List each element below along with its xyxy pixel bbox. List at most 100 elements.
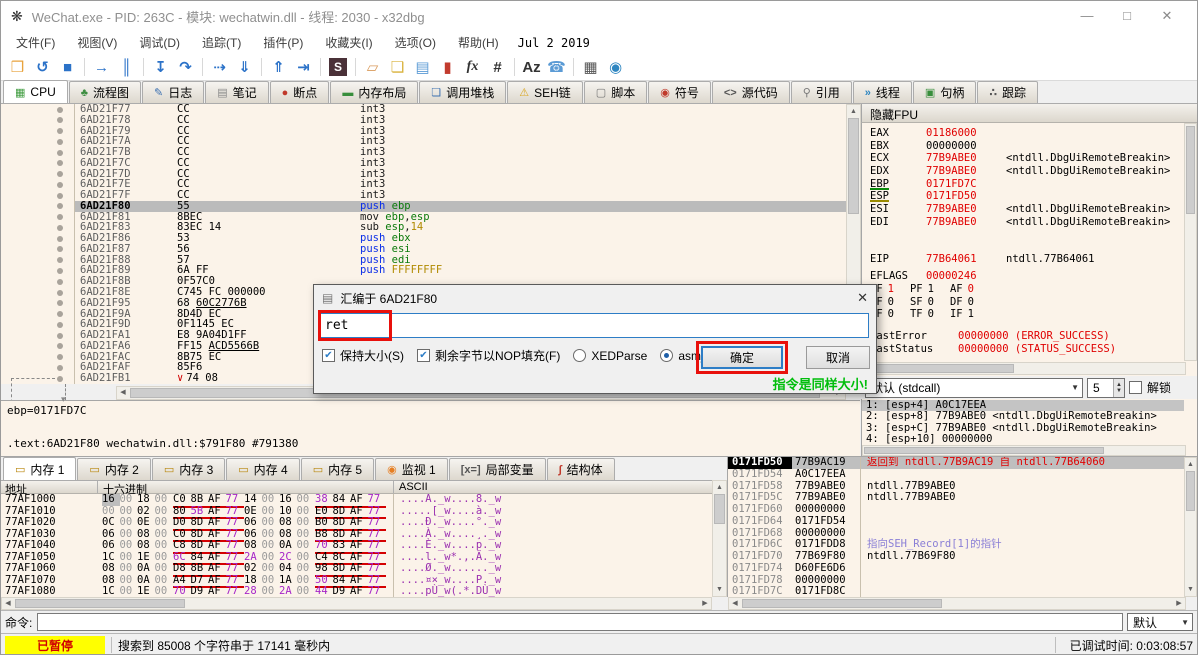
menu-item[interactable]: 帮助(H)	[447, 34, 510, 51]
tab-dump-1[interactable]: ▭内存 1	[3, 457, 76, 480]
memory-dump-row[interactable]: 77AF10801C001E0070D9AF7728002A0044D9AF77…	[1, 586, 712, 597]
breakpoint-dot-icon[interactable]	[57, 290, 63, 296]
menu-item[interactable]: 追踪(T)	[191, 34, 252, 51]
stack-row[interactable]: 0171FD640171FD54	[728, 516, 1186, 528]
breakpoint-dot-icon[interactable]	[57, 214, 63, 220]
tab-dump-2[interactable]: ▭内存 2	[77, 458, 150, 480]
tab-handles[interactable]: ▣句柄	[913, 81, 976, 103]
scroll-up-icon[interactable]: ▲	[713, 482, 726, 493]
tab-struct[interactable]: ∫结构体	[547, 458, 615, 480]
menu-item[interactable]: 调试(D)	[128, 34, 191, 51]
ok-button[interactable]: 确定	[701, 346, 783, 369]
breakpoint-dot-icon[interactable]	[57, 236, 63, 242]
functions-icon[interactable]: fx	[460, 56, 485, 78]
register-row[interactable]: LastError00000000 (ERROR_SUCCESS)	[870, 330, 1184, 343]
register-row[interactable]: EDX77B9ABE0<ntdll.DbgUiRemoteBreakin>	[870, 165, 1184, 178]
run-to-user-code-icon[interactable]: ⇥	[291, 56, 316, 78]
breakpoint-dot-icon[interactable]	[57, 139, 63, 145]
labels-icon[interactable]: ▤	[410, 56, 435, 78]
breakpoint-dot-icon[interactable]	[57, 171, 63, 177]
dialog-close-icon[interactable]: ✕	[840, 290, 868, 306]
stack-vscrollbar[interactable]: ▲ ▼	[1184, 457, 1197, 597]
stack-row[interactable]: 0171FD74D60FE6D6	[728, 563, 1186, 575]
stack-row[interactable]: 0171FD7077B69F80ntdll.77B69F80	[728, 551, 1186, 563]
register-row[interactable]: OF0SF0DF0	[870, 296, 1184, 309]
stack-row[interactable]: 0171FD5077B9AC19返回到 ntdll.77B9AC19 自 ntd…	[728, 457, 1186, 469]
tab-locals[interactable]: [x=]局部变量	[449, 458, 546, 480]
stack-row[interactable]: 0171FD6000000000	[728, 504, 1186, 516]
minimize-icon[interactable]: —	[1067, 8, 1107, 24]
strings-icon[interactable]: Az	[519, 56, 544, 78]
scylla-icon[interactable]: ☎	[544, 56, 569, 78]
register-row[interactable]: EFLAGS00000246	[870, 270, 1184, 283]
comments-icon[interactable]: ❏	[385, 56, 410, 78]
breakpoint-dot-icon[interactable]	[57, 225, 63, 231]
breakpoint-dot-icon[interactable]	[57, 203, 63, 209]
script-icon[interactable]: S	[329, 58, 347, 76]
register-row[interactable]: EIP77B64061ntdll.77B64061	[870, 253, 1184, 266]
scroll-down-icon[interactable]: ▼	[1185, 584, 1196, 595]
register-row[interactable]: LastStatus00000000 (STATUS_SUCCESS)	[870, 343, 1184, 356]
register-row[interactable]: EBX00000000	[870, 140, 1184, 153]
argument-row[interactable]: 2: [esp+8] 77B9ABE0 <ntdll.DbgUiRemoteBr…	[862, 411, 1184, 422]
tab-log[interactable]: ✎日志	[142, 81, 204, 103]
breakpoint-dot-icon[interactable]	[57, 322, 63, 328]
step-into-icon[interactable]: ↧	[148, 56, 173, 78]
argument-row[interactable]: 4: [esp+10] 00000000	[862, 434, 1184, 445]
disasm-row[interactable]: 6AD21F7CCCint3	[1, 158, 846, 169]
menu-item[interactable]: 收藏夹(I)	[314, 34, 383, 51]
tab-threads[interactable]: »线程	[853, 81, 912, 103]
run-icon[interactable]: →	[89, 56, 114, 78]
register-row[interactable]: EBP0171FD7C	[870, 178, 1184, 191]
breakpoint-dot-icon[interactable]	[57, 300, 63, 306]
tab-symbols[interactable]: ◉符号	[648, 81, 711, 103]
arguments-hscrollbar[interactable]	[862, 445, 1186, 456]
breakpoint-dot-icon[interactable]	[57, 354, 63, 360]
breakpoint-dot-icon[interactable]	[57, 117, 63, 123]
calculator-icon[interactable]: ▦	[578, 56, 603, 78]
tab-source[interactable]: <>源代码	[712, 81, 790, 103]
dump-vscrollbar[interactable]: ▲ ▼	[712, 480, 727, 597]
assembly-instruction-input[interactable]	[320, 313, 869, 338]
calling-convention-select[interactable]: 默认 (stdcall) ▼	[865, 378, 1083, 398]
trace-over-icon[interactable]: ⇓	[232, 56, 257, 78]
maximize-icon[interactable]: □	[1107, 8, 1147, 24]
tab-dump-4[interactable]: ▭内存 4	[226, 458, 299, 480]
memory-dump-row[interactable]: 77AF10200C000E00D08DAF7706000800B08DAF77…	[1, 517, 712, 529]
scroll-right-icon[interactable]: ▶	[1173, 598, 1185, 609]
internet-icon[interactable]: ◉	[603, 56, 628, 78]
dump-hscrollbar[interactable]: ◀ ▶	[1, 597, 712, 610]
scroll-left-icon[interactable]: ◀	[117, 387, 129, 399]
breakpoint-dot-icon[interactable]	[57, 311, 63, 317]
breakpoint-dot-icon[interactable]	[57, 107, 63, 113]
stop-icon[interactable]: ■	[55, 56, 80, 78]
unlock-checkbox[interactable]: 解锁	[1129, 379, 1171, 396]
restart-icon[interactable]: ↺	[30, 56, 55, 78]
args-count-spinner[interactable]: 5 ▲▼	[1087, 378, 1125, 398]
breakpoint-dot-icon[interactable]	[57, 160, 63, 166]
register-row[interactable]: ESI77B9ABE0<ntdll.DbgUiRemoteBreakin>	[870, 203, 1184, 216]
trace-into-icon[interactable]: ⇢	[207, 56, 232, 78]
register-row[interactable]: CF0TF0IF1	[870, 308, 1184, 321]
tab-memory-map[interactable]: ▬内存布局	[330, 81, 418, 103]
bookmarks-icon[interactable]: ▮	[435, 56, 460, 78]
tab-notes[interactable]: ▤笔记	[205, 81, 268, 103]
tab-script[interactable]: ▢脚本	[584, 81, 647, 103]
tab-cpu[interactable]: ▦CPU	[3, 80, 68, 103]
tab-seh[interactable]: ⚠SEH链	[507, 81, 583, 103]
tab-watch-1[interactable]: ◉监视 1	[375, 458, 448, 480]
breakpoint-dot-icon[interactable]	[57, 365, 63, 371]
cancel-button[interactable]: 取消	[806, 346, 870, 369]
close-icon[interactable]: ✕	[1147, 8, 1187, 24]
hide-fpu-button[interactable]: 隐藏FPU	[861, 104, 1197, 123]
breakpoint-dot-icon[interactable]	[57, 268, 63, 274]
scroll-up-icon[interactable]: ▲	[847, 106, 860, 117]
menu-item[interactable]: 视图(V)	[66, 34, 128, 51]
scroll-left-icon[interactable]: ◀	[729, 598, 741, 609]
breakpoint-dot-icon[interactable]	[57, 257, 63, 263]
breakpoint-dot-icon[interactable]	[57, 333, 63, 339]
register-row[interactable]: EDI77B9ABE0<ntdll.DbgUiRemoteBreakin>	[870, 216, 1184, 229]
breakpoint-dot-icon[interactable]	[57, 279, 63, 285]
disasm-row[interactable]: 6AD21F78CCint3	[1, 115, 846, 126]
nop-fill-checkbox[interactable]: ✔ 剩余字节以NOP填充(F)	[417, 347, 560, 364]
